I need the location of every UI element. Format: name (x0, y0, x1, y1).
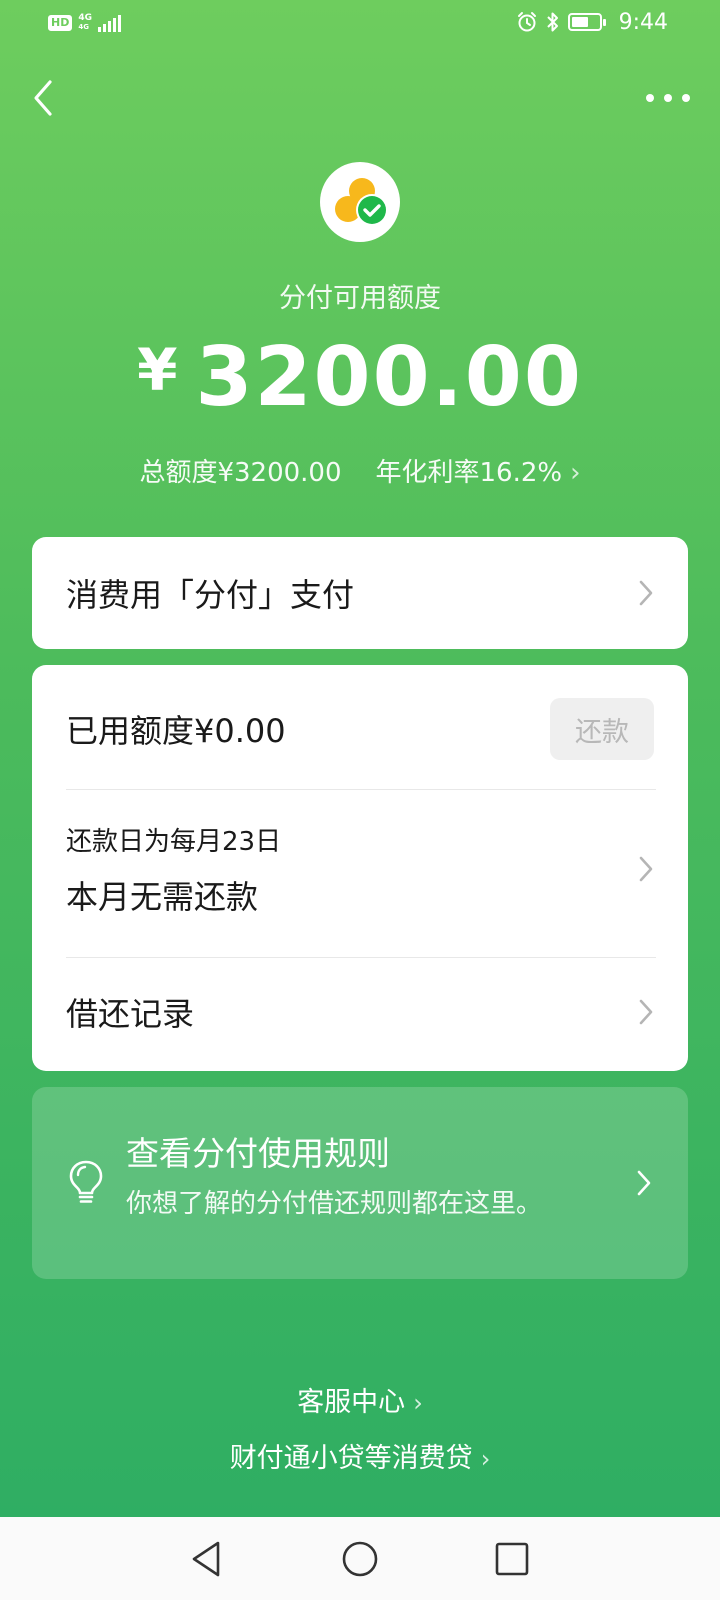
system-nav-bar (0, 1517, 720, 1600)
divider (66, 789, 656, 790)
back-button[interactable] (28, 76, 58, 120)
records-row[interactable]: 借还记录 (66, 979, 654, 1045)
used-limit-row: 已用额度¥0.00 还款 (66, 697, 654, 761)
pay-with-fenfu-row[interactable]: 消费用「分付」支付 (66, 567, 654, 619)
repayment-card: 已用额度¥0.00 还款 还款日为每月23日 本月无需还款 借还记录 (32, 665, 688, 1071)
usage-rules-title: 查看分付使用规则 (126, 1134, 390, 1173)
chevron-right-icon (639, 580, 653, 606)
battery-fill (572, 17, 588, 27)
repay-status-label: 本月无需还款 (66, 877, 259, 916)
credit-amount-value: 3200.00 (195, 330, 583, 425)
app-screen: HD 4G 4G 9:44 分付可用额度 ¥ 3200.00 总额度¥3200.… (0, 0, 720, 1517)
available-credit-label: 分付可用额度 (279, 283, 441, 314)
chevron-right-icon: › (570, 458, 581, 488)
usage-rules-desc: 你想了解的分付借还规则都在这里。 (126, 1189, 543, 1219)
fenfu-logo (320, 162, 400, 242)
repay-day-label: 还款日为每月23日 (66, 826, 282, 857)
network-badge: 4G 4G (78, 14, 92, 32)
more-dot-icon (646, 94, 654, 102)
available-credit-amount: ¥3200.00 (0, 330, 720, 425)
pay-with-fenfu-card[interactable]: 消费用「分付」支付 (32, 537, 688, 649)
total-limit: 总额度¥3200.00 (139, 458, 342, 488)
status-left: HD 4G 4G (48, 14, 121, 32)
hd-badge: HD (48, 15, 73, 31)
currency-symbol: ¥ (137, 336, 180, 404)
network-type-bottom: 4G (78, 23, 89, 31)
customer-service-label: 客服中心 (297, 1387, 406, 1418)
usage-rules-text: 查看分付使用规则 你想了解的分付借还规则都在这里。 (126, 1127, 542, 1220)
more-dot-icon (682, 94, 690, 102)
customer-service-link[interactable]: 客服中心 › (0, 1380, 720, 1419)
signal-icon (98, 14, 121, 32)
chevron-right-icon: › (480, 1445, 491, 1473)
status-time: 9:44 (618, 10, 668, 35)
chevron-right-icon (637, 1170, 651, 1196)
battery-icon (568, 13, 606, 31)
status-right-icons (516, 11, 606, 33)
usage-rules-card[interactable]: 查看分付使用规则 你想了解的分付借还规则都在这里。 (32, 1087, 688, 1279)
credit-summary[interactable]: 总额度¥3200.00 年化利率16.2% › (0, 452, 720, 489)
chevron-right-icon (639, 856, 653, 882)
chevron-right-icon: › (413, 1389, 423, 1417)
alarm-icon (518, 12, 536, 32)
more-options-button[interactable] (646, 86, 690, 110)
consumer-loan-link[interactable]: 财付通小贷等消费贷 › (0, 1436, 720, 1475)
used-limit-label: 已用额度¥0.00 (66, 712, 286, 750)
chevron-right-icon (639, 999, 653, 1025)
more-dot-icon (664, 94, 672, 102)
repay-button[interactable]: 还款 (550, 698, 654, 760)
network-type-top: 4G (78, 13, 92, 23)
nav-recents-icon[interactable] (490, 1537, 534, 1581)
annual-rate: 年化利率16.2% (375, 458, 563, 488)
nav-home-icon[interactable] (338, 1537, 382, 1581)
back-arrow-icon (34, 80, 52, 116)
lightbulb-icon (69, 1160, 103, 1203)
pay-with-fenfu-label: 消费用「分付」支付 (66, 576, 355, 614)
fenfu-logo-icon (335, 178, 388, 226)
nav-back-icon[interactable] (184, 1537, 228, 1581)
records-label: 借还记录 (66, 995, 195, 1033)
status-bar: HD 4G 4G 9:44 (0, 0, 720, 48)
bluetooth-icon (547, 12, 558, 32)
divider (66, 957, 656, 958)
repay-schedule-row[interactable]: 还款日为每月23日 本月无需还款 (66, 813, 654, 925)
repay-schedule-text: 还款日为每月23日 本月无需还款 (66, 821, 281, 918)
consumer-loan-label: 财付通小贷等消费贷 (229, 1443, 473, 1474)
